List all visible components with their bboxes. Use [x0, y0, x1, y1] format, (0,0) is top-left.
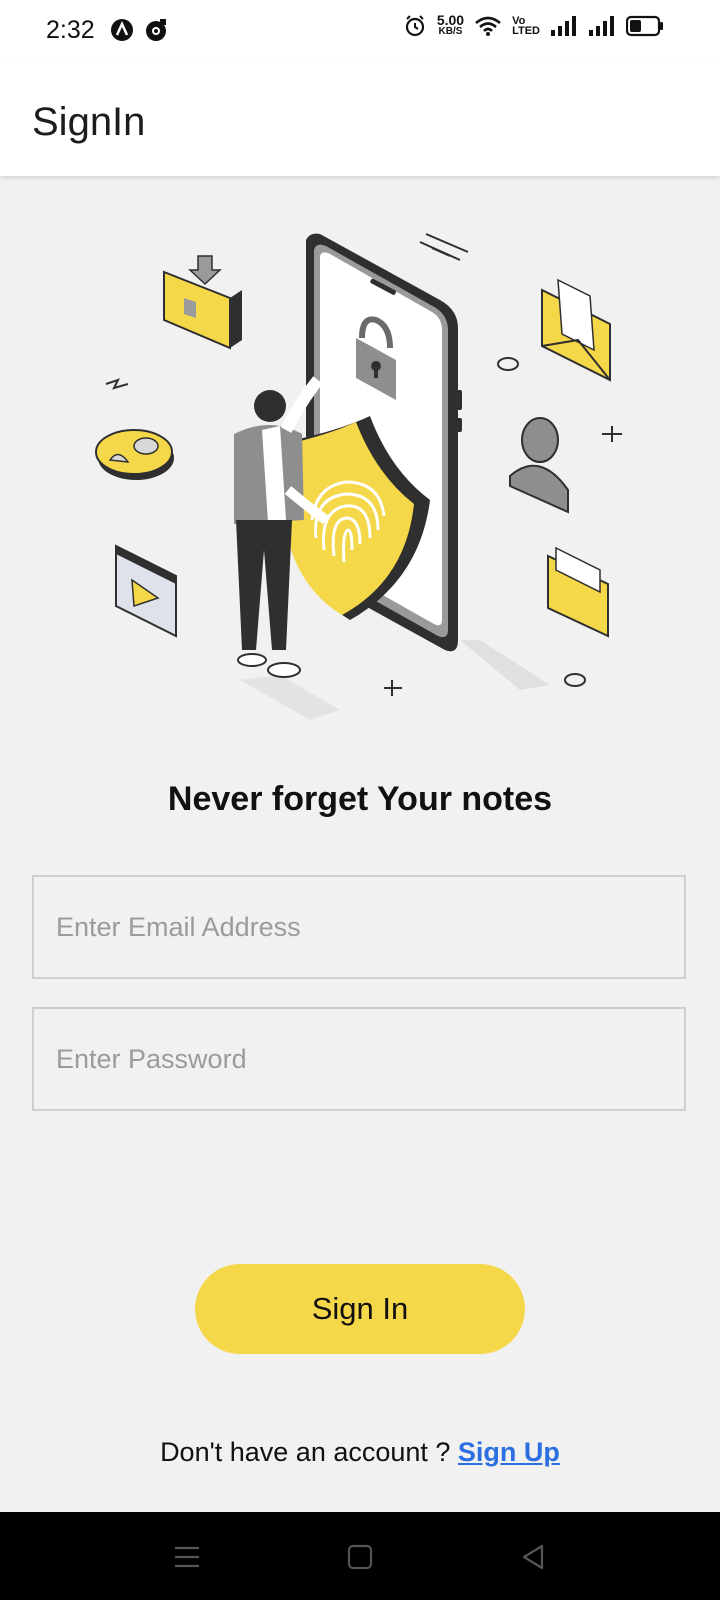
status-icons: 5.00 KB/S Vo LTED [403, 13, 664, 38]
email-field[interactable] [34, 877, 684, 977]
battery-icon [626, 15, 663, 37]
app-notification-icon [146, 19, 166, 41]
wifi-icon [475, 16, 501, 36]
signal-icon [551, 16, 576, 36]
speed-unit: KB/S [438, 26, 463, 37]
app-notification-icon [111, 19, 133, 41]
sign-in-button-label: Sign In [311, 1291, 409, 1326]
email-field-container [32, 875, 686, 979]
status-time: 2:32 [46, 16, 95, 44]
volte-indicator: Vo LTED [512, 16, 540, 37]
signal-icon [589, 16, 614, 36]
password-field[interactable] [34, 1009, 684, 1109]
sign-up-link[interactable]: Sign Up [458, 1437, 560, 1467]
back-icon[interactable] [516, 1540, 550, 1574]
menu-icon[interactable] [170, 1540, 204, 1574]
video-icon [115, 544, 177, 638]
app-bar: SignIn [0, 64, 720, 176]
notification-icons [110, 18, 168, 42]
email-icon [541, 278, 611, 382]
network-speed: 5.00 KB/S [437, 13, 464, 38]
page-title: SignIn [32, 100, 146, 144]
signup-prompt-text: Don't have an account ? [160, 1437, 458, 1467]
security-fingerprint-illustration [95, 233, 622, 720]
folder-icon [547, 546, 609, 638]
password-field-container [32, 1007, 686, 1111]
sign-in-button[interactable]: Sign In [195, 1264, 525, 1354]
status-bar: 2:32 5.00 KB/S Vo LTED [0, 0, 720, 64]
tagline: Never forget Your notes [167, 780, 553, 818]
chat-icon [95, 429, 174, 480]
signup-prompt: Don't have an account ? Sign Up [0, 1437, 720, 1468]
system-nav-bar [0, 1512, 720, 1600]
home-icon[interactable] [343, 1540, 377, 1574]
user-icon [509, 417, 569, 514]
alarm-icon [405, 15, 424, 37]
folder-icon [163, 255, 242, 350]
volte-bottom: LTED [512, 25, 540, 37]
